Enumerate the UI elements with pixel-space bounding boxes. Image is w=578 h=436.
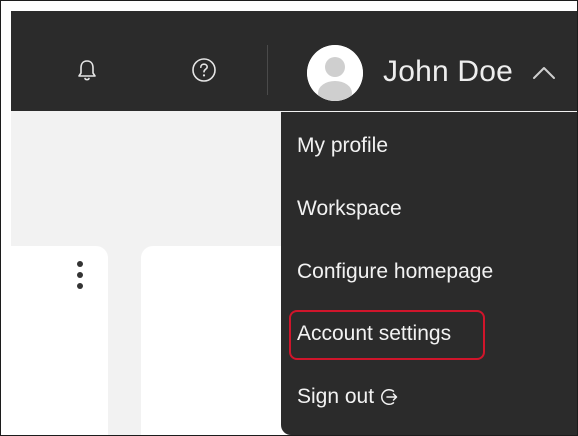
menu-item-label: Configure homepage <box>297 260 494 283</box>
question-circle-icon[interactable] <box>191 57 217 83</box>
dashboard-card[interactable] <box>11 246 108 435</box>
header-divider <box>267 45 268 95</box>
menu-item-label: Account settings <box>297 322 452 345</box>
left-margin <box>1 1 11 435</box>
screenshot-frame: John Doe My profile Workspace Configure … <box>0 0 578 436</box>
menu-item-workspace[interactable]: Workspace <box>297 197 402 221</box>
chevron-up-icon[interactable] <box>531 65 557 81</box>
top-navigation-bar: John Doe <box>11 11 577 111</box>
user-dropdown-menu: My profile Workspace Configure homepage … <box>281 112 577 435</box>
user-name[interactable]: John Doe <box>383 55 513 89</box>
menu-item-label: My profile <box>297 134 389 157</box>
kebab-menu-icon[interactable] <box>76 261 84 297</box>
menu-item-label: Workspace <box>297 197 402 220</box>
sign-out-arrow-icon <box>380 387 400 407</box>
menu-item-my-profile[interactable]: My profile <box>297 134 388 158</box>
top-margin <box>1 1 577 11</box>
menu-item-sign-out[interactable]: Sign out <box>297 385 400 409</box>
bell-icon[interactable] <box>76 58 98 82</box>
menu-item-configure-homepage[interactable]: Configure homepage <box>297 260 493 284</box>
menu-item-account-settings[interactable]: Account settings <box>297 322 451 346</box>
menu-item-label: Sign out <box>297 385 375 408</box>
user-avatar[interactable] <box>307 45 363 101</box>
